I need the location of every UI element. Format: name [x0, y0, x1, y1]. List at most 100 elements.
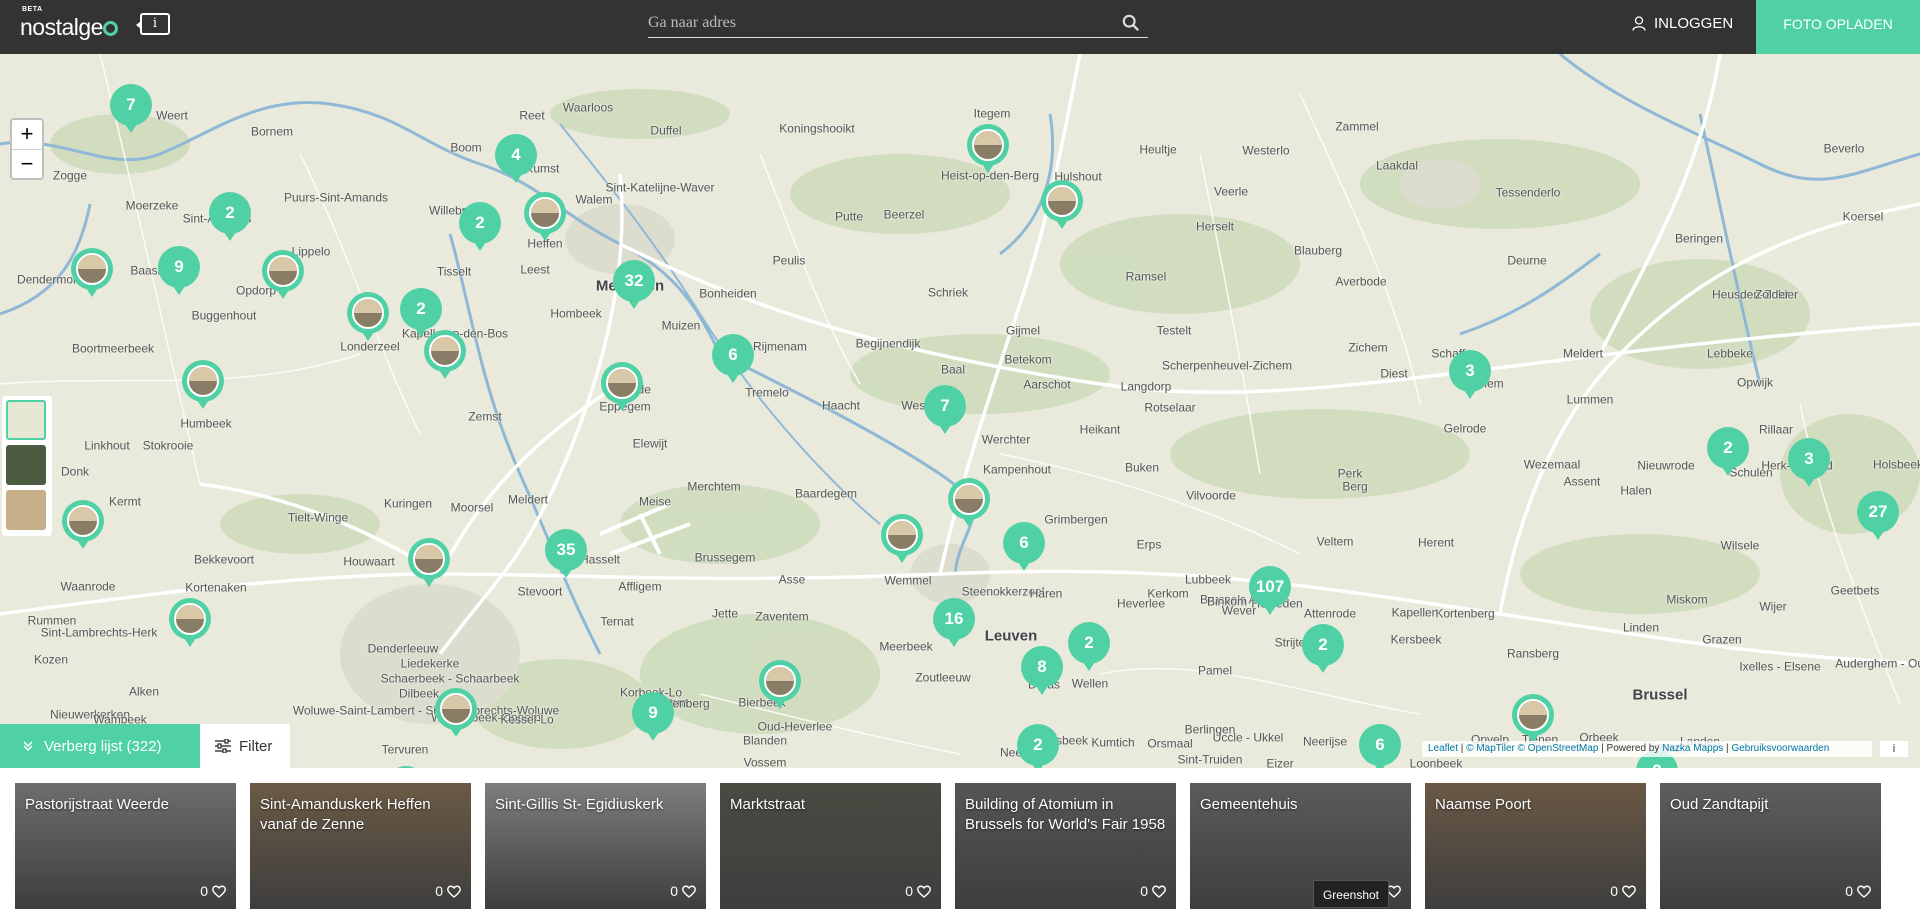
photo-marker[interactable] [1512, 694, 1554, 743]
place-label: Kortenberg [1435, 606, 1495, 621]
search-icon[interactable] [1122, 14, 1140, 32]
photo-marker[interactable] [967, 124, 1009, 173]
cluster-marker[interactable]: 2 [459, 202, 501, 251]
place-label: Buken [1124, 460, 1160, 475]
cluster-count: 6 [1359, 724, 1401, 768]
place-label: Meldert [1562, 346, 1604, 361]
tiles-attribution-link[interactable]: © MapTiler © OpenStreetMap [1466, 743, 1598, 754]
place-label: Bekkevoort [193, 552, 255, 567]
login-button[interactable]: INLOGGEN [1632, 15, 1733, 32]
cluster-count: 6 [1003, 522, 1045, 571]
filter-button[interactable]: Filter [200, 724, 290, 768]
address-search-input[interactable] [648, 10, 1108, 36]
cluster-count: 8 [1021, 646, 1063, 695]
photo-marker[interactable] [408, 538, 450, 587]
like-button[interactable]: 0 [1140, 883, 1166, 899]
photo-marker[interactable] [1041, 180, 1083, 229]
cluster-marker[interactable]: 6 [712, 334, 754, 383]
photo-thumbnail [413, 543, 445, 575]
like-button[interactable]: 0 [1845, 883, 1871, 899]
photo-marker[interactable] [71, 248, 113, 297]
hide-list-button[interactable]: Verberg lijst (322) [0, 724, 200, 768]
photo-card[interactable]: Sint-Amanduskerk Heffen vanaf de Zenne 0 [250, 783, 471, 909]
photo-marker[interactable] [62, 500, 104, 549]
photo-marker-pin [347, 292, 389, 341]
leaflet-link[interactable]: Leaflet [1428, 743, 1458, 754]
cluster-marker[interactable]: 7 [924, 385, 966, 434]
like-button[interactable]: 0 [905, 883, 931, 899]
photo-card[interactable]: Oud Zandtapijt 0 [1660, 783, 1881, 909]
photo-marker[interactable] [347, 292, 389, 341]
cluster-marker[interactable]: 4 [495, 134, 537, 183]
place-label: Wijer [1759, 599, 1787, 614]
cluster-marker[interactable]: 9 [158, 246, 200, 295]
photo-thumbnail [1517, 699, 1549, 731]
like-button[interactable]: 0 [670, 883, 696, 899]
cluster-count: 35 [545, 529, 587, 578]
terms-link[interactable]: Gebruiksvoorwaarden [1731, 743, 1829, 754]
street-map-layer-button[interactable] [6, 400, 46, 440]
zoom-in-button[interactable]: + [12, 120, 42, 149]
photo-marker[interactable] [881, 514, 923, 563]
map-view[interactable]: Weert Bornem Reet Waarloos Duffel Koningshooi… [0, 54, 1920, 768]
cluster-marker[interactable]: 3 [1449, 350, 1491, 399]
attribution-info-button[interactable]: i [1880, 741, 1908, 757]
cluster-marker[interactable]: 6 [1003, 522, 1045, 571]
cluster-marker[interactable]: 2 [1068, 622, 1110, 671]
photo-card[interactable]: Marktstraat 0 [720, 783, 941, 909]
place-label: Koersel [1842, 209, 1884, 224]
place-label: Langdorp [1120, 379, 1172, 394]
photo-marker[interactable] [435, 688, 477, 737]
place-label: Kersbeek [1390, 632, 1442, 647]
like-count: 0 [905, 883, 913, 899]
cluster-marker[interactable]: 27 [1857, 491, 1899, 540]
historic-map-layer-button[interactable] [6, 490, 46, 530]
cluster-marker[interactable]: 32 [613, 260, 655, 309]
satellite-layer-button[interactable] [6, 445, 46, 485]
photo-marker-pin [524, 192, 566, 241]
photo-marker[interactable] [169, 598, 211, 647]
like-button[interactable]: 0 [435, 883, 461, 899]
photo-card[interactable]: Sint-Gillis St- Egidiuskerk 0 [485, 783, 706, 909]
like-button[interactable]: 0 [1610, 883, 1636, 899]
place-label: Testelt [1156, 323, 1192, 338]
cluster-marker[interactable]: 8 [1021, 646, 1063, 695]
photo-marker-pin [601, 362, 643, 411]
cluster-marker[interactable]: 2 [400, 288, 442, 337]
photo-card[interactable]: Pastorijstraat Weerde 0 [15, 783, 236, 909]
place-label: Veltem [1316, 534, 1354, 549]
cluster-marker[interactable]: 2 [1707, 427, 1749, 476]
photo-marker[interactable] [759, 660, 801, 709]
cluster-marker[interactable]: 16 [933, 598, 975, 647]
cluster-marker[interactable]: 6 [1359, 724, 1401, 768]
photo-thumbnail [76, 253, 108, 285]
cluster-marker[interactable]: 9 [632, 692, 674, 741]
cluster-marker[interactable]: 7 [110, 84, 152, 133]
upload-photo-button[interactable]: FOTO OPLADEN [1756, 0, 1920, 54]
photo-thumbnail [187, 365, 219, 397]
photo-marker[interactable] [948, 478, 990, 527]
place-label: Meise [638, 494, 672, 509]
photo-card[interactable]: Building of Atomium in Brussels for Worl… [955, 783, 1176, 909]
place-label: Diest [1380, 366, 1408, 381]
photo-marker[interactable] [182, 360, 224, 409]
photo-marker[interactable] [424, 330, 466, 379]
like-count: 0 [435, 883, 443, 899]
like-button[interactable]: 0 [200, 883, 226, 899]
cluster-marker[interactable]: 2 [209, 192, 251, 241]
zoom-out-button[interactable]: − [12, 149, 42, 178]
place-label: Meldert [507, 492, 549, 507]
cluster-marker[interactable]: 107 [1249, 566, 1291, 615]
photo-marker[interactable] [524, 192, 566, 241]
photo-marker[interactable] [262, 250, 304, 299]
cluster-marker[interactable]: 2 [1302, 624, 1344, 673]
place-label: Laakdal [1375, 158, 1419, 173]
photo-card[interactable]: Naamse Poort 0 [1425, 783, 1646, 909]
info-icon[interactable]: i [136, 13, 170, 35]
cluster-marker[interactable]: 3 [1788, 438, 1830, 487]
cluster-marker[interactable]: 2 [1017, 724, 1059, 768]
photo-marker[interactable] [601, 362, 643, 411]
cluster-marker[interactable]: 35 [545, 529, 587, 578]
photo-thumbnail [440, 693, 472, 725]
nazka-link[interactable]: Nazka Mapps [1662, 743, 1723, 754]
